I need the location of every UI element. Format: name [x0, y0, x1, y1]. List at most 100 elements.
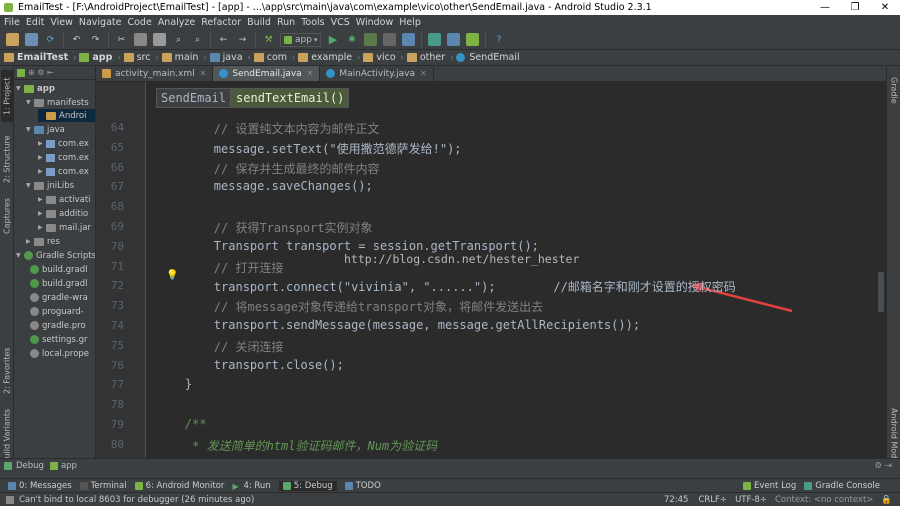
nav-example[interactable]: example	[298, 52, 352, 63]
tree-item-package[interactable]: ▶ com.ex	[38, 137, 89, 150]
lock-icon[interactable]: 🔒	[881, 495, 892, 505]
nav-main[interactable]: main	[161, 52, 198, 63]
tree-item-jar[interactable]: ▶ additio	[38, 207, 88, 220]
menu-view[interactable]: View	[50, 17, 73, 28]
run-icon[interactable]: ▶	[326, 33, 339, 46]
code-line[interactable]: // 设置纯文本内容为邮件正文	[156, 120, 380, 137]
nav-other[interactable]: other	[406, 52, 445, 63]
messages-tool[interactable]: 0: Messages	[8, 481, 72, 491]
build-variants-tool-tab[interactable]: Build Variants	[1, 408, 13, 464]
tree-item-app[interactable]: ▼ app	[16, 82, 55, 95]
tree-item-gradle-file[interactable]: build.gradl	[30, 277, 87, 290]
code-line[interactable]: message.saveChanges();	[156, 179, 373, 193]
gradle-console-tool[interactable]: Gradle Console	[804, 481, 880, 491]
code-line[interactable]: transport.connect("vivinia", "......"); …	[156, 278, 736, 295]
menu-navigate[interactable]: Navigate	[79, 17, 122, 28]
tree-item-androidmanifest[interactable]: Androi	[38, 109, 95, 122]
cut-icon[interactable]: ✂	[115, 33, 128, 46]
line-separator[interactable]: CRLF÷	[698, 495, 727, 505]
captures-tool-tab[interactable]: Captures	[1, 194, 13, 238]
android-monitor-tool[interactable]: 6: Android Monitor	[134, 481, 224, 491]
code-line[interactable]: transport.close();	[156, 358, 344, 372]
tree-item-gradle-file[interactable]: build.gradl	[30, 263, 87, 276]
scrollbar-thumb[interactable]	[878, 272, 884, 312]
debug-label[interactable]: Debug	[16, 461, 44, 471]
tree-item-gradle-file[interactable]: local.prope	[30, 347, 89, 360]
menu-run[interactable]: Run	[277, 17, 295, 28]
avd-manager-icon[interactable]	[402, 33, 416, 46]
tree-item-java[interactable]: ▼ java	[26, 123, 65, 136]
nav-src[interactable]: src	[123, 52, 150, 63]
tab-sendemail[interactable]: SendEmail.java ✕	[213, 66, 321, 81]
code-line[interactable]: message.setText("使用撒范德萨发给!");	[156, 140, 462, 157]
vertical-scrollbar[interactable]	[876, 82, 886, 458]
gradle-tool-tab[interactable]: Gradle	[888, 70, 900, 110]
menu-vcs[interactable]: VCS	[331, 17, 350, 28]
tree-item-gradle-file[interactable]: proguard-	[30, 305, 84, 318]
tree-item-gradle-scripts[interactable]: ▼ Gradle Scripts	[16, 249, 95, 262]
tab-mainactivity[interactable]: MainActivity.java ✕	[320, 66, 434, 81]
tree-item-jnilibs[interactable]: ▼ jniLibs	[26, 179, 74, 192]
file-encoding[interactable]: UTF-8÷	[735, 495, 767, 505]
code-line[interactable]: // 关闭连接	[156, 338, 284, 355]
menu-code[interactable]: Code	[127, 17, 151, 28]
tree-item-package[interactable]: ▶ com.ex	[38, 151, 89, 164]
save-icon[interactable]	[25, 33, 38, 46]
debug-tool[interactable]: 5: Debug	[278, 480, 337, 491]
tree-item-res[interactable]: ▶ res	[26, 235, 60, 248]
tree-item-jar[interactable]: ▶ mail.jar	[38, 221, 91, 234]
sync-icon[interactable]: ⟳	[44, 33, 57, 46]
stop-icon[interactable]	[383, 33, 397, 46]
sdk-manager-icon[interactable]	[466, 33, 480, 46]
project-tool-tab[interactable]: 1: Project	[1, 70, 13, 122]
make-project-icon[interactable]: ⚒	[262, 33, 275, 46]
tree-item-gradle-file[interactable]: gradle.pro	[30, 319, 86, 332]
favorites-tool-tab[interactable]: 2: Favorites	[1, 342, 13, 400]
menu-tools[interactable]: Tools	[301, 17, 324, 28]
menu-analyze[interactable]: Analyze	[158, 17, 195, 28]
code-line[interactable]: // 保存并生成最终的邮件内容	[156, 160, 380, 177]
structure-tool-tab[interactable]: 2: Structure	[1, 128, 13, 190]
nav-emailtest[interactable]: EmailTest	[4, 52, 68, 63]
menu-edit[interactable]: Edit	[26, 17, 44, 28]
undo-icon[interactable]: ↶	[70, 33, 83, 46]
run-tool[interactable]: ▶ 4: Run	[232, 481, 270, 491]
code-editor[interactable]: SendEmail sendTextEmail() http://blog.cs…	[96, 82, 886, 458]
breadcrumb-method[interactable]: sendTextEmail()	[231, 88, 350, 108]
code-line[interactable]: Transport transport = session.getTranspo…	[156, 239, 539, 253]
tree-item-package[interactable]: ▶ com.ex	[38, 165, 89, 178]
menu-file[interactable]: File	[4, 17, 20, 28]
replace-icon[interactable]: ⌕	[191, 33, 204, 46]
menu-refactor[interactable]: Refactor	[201, 17, 241, 28]
breadcrumb-class[interactable]: SendEmail	[156, 88, 232, 108]
tab-activity-main[interactable]: activity_main.xml ✕	[96, 66, 214, 81]
nav-vico[interactable]: vico	[363, 52, 396, 63]
minimize-button[interactable]: —	[810, 0, 840, 15]
open-folder-icon[interactable]	[6, 33, 19, 46]
panel-settings-icon[interactable]: ⊕ ⚙ ⇤	[28, 68, 54, 77]
nav-java[interactable]: java	[209, 52, 243, 63]
menu-window[interactable]: Window	[356, 17, 393, 28]
find-icon[interactable]: ⌕	[172, 33, 185, 46]
close-tab-icon[interactable]: ✕	[307, 69, 314, 78]
code-line[interactable]: }	[156, 377, 192, 391]
code-line[interactable]: // 将message对象传递给transport对象，将邮件发送出去	[156, 298, 543, 315]
settings-icon[interactable]: ⚙ ⇥	[875, 461, 892, 471]
paste-icon[interactable]	[153, 33, 166, 46]
menu-help[interactable]: Help	[399, 17, 421, 28]
tree-item-jar[interactable]: ▶ activati	[38, 193, 91, 206]
nav-app[interactable]: app	[79, 52, 112, 63]
nav-com[interactable]: com	[253, 52, 287, 63]
redo-icon[interactable]: ↷	[89, 33, 102, 46]
close-tab-icon[interactable]: ✕	[420, 69, 427, 78]
copy-icon[interactable]	[134, 33, 147, 46]
code-line[interactable]: // 获得Transport实例对象	[156, 219, 373, 236]
forward-icon[interactable]: →	[236, 33, 249, 46]
help-icon[interactable]: ?	[492, 33, 505, 46]
tree-item-gradle-file[interactable]: settings.gr	[30, 333, 88, 346]
caret-position[interactable]: 72:45	[664, 495, 689, 505]
code-line[interactable]: * 发送简单的html验证码邮件，Num为验证码	[156, 437, 437, 454]
event-log-tool[interactable]: Event Log	[743, 481, 796, 491]
debug-config[interactable]: app	[61, 461, 77, 471]
menu-build[interactable]: Build	[247, 17, 271, 28]
